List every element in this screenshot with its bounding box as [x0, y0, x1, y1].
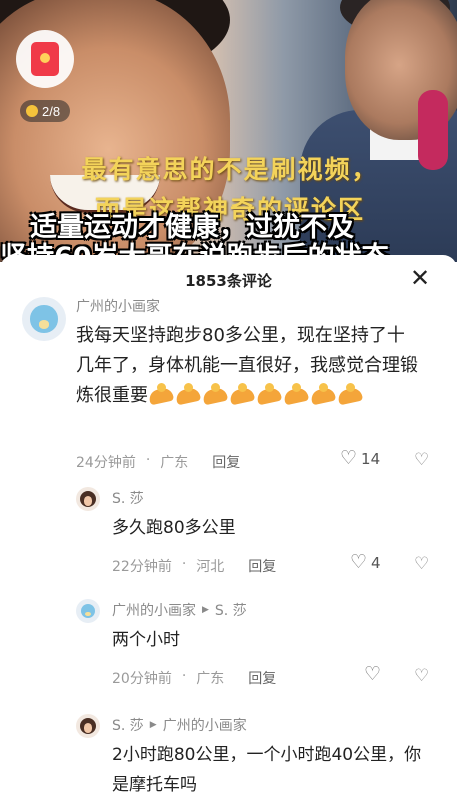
video-subtitle-line1: 适量运动才健康，过犹不及: [30, 212, 354, 243]
reply-time: 22分钟前: [112, 559, 172, 575]
reply-item: 广州的小画家 ▶ S. 莎 两个小时 20分钟前 · 广东 回复 ♡ ♡: [0, 595, 457, 695]
like-button[interactable]: ♡ 14: [340, 449, 380, 468]
video-caption-line1: 最有意思的不是刷视频，: [81, 155, 379, 184]
broken-heart-icon[interactable]: ♡: [414, 451, 429, 470]
hands-emoji-icon: [202, 383, 228, 405]
like-button[interactable]: ♡ 4: [350, 553, 381, 572]
reply-author-name: 广州的小画家: [112, 603, 196, 619]
reply-author[interactable]: S. 莎: [112, 488, 144, 508]
video-player[interactable]: 2/8 最有意思的不是刷视频， 而是这帮神奇的评论区 适量运动才健康，过犹不及 …: [0, 0, 457, 262]
comment-text: 我每天坚持跑步80多公里，现在坚持了十几年了，身体机能一直很好，我感觉合理锻炼很…: [76, 321, 421, 411]
avatar[interactable]: [22, 297, 66, 341]
avatar[interactable]: [76, 599, 100, 623]
reply-arrow-icon: ▶: [202, 605, 209, 615]
comments-count-title: 1853条评论: [185, 271, 272, 290]
reply-text: 多久跑80多公里: [112, 518, 236, 538]
reply-to-name: S. 莎: [214, 603, 247, 619]
reply-button[interactable]: 回复: [212, 452, 240, 472]
close-icon[interactable]: ✕: [407, 265, 433, 291]
avatar-image: [79, 717, 97, 735]
like-count: 4: [371, 553, 381, 572]
reply-meta: 20分钟前 · 广东 回复: [112, 668, 276, 688]
red-packet-icon: [31, 42, 59, 76]
reply-arrow-icon: ▶: [149, 720, 157, 730]
comment-item: 广州的小画家 我每天坚持跑步80多公里，现在坚持了十几年了，身体机能一直很好，我…: [0, 289, 457, 479]
reply-location: 河北: [196, 559, 225, 575]
hands-emoji-icon: [283, 383, 309, 405]
meta-separator: ·: [181, 556, 187, 572]
reply-item: S. 莎 多久跑80多公里 22分钟前 · 河北 回复 ♡ 4 ♡: [0, 483, 457, 583]
hands-emoji-icon: [148, 383, 174, 405]
hands-emoji-icon: [256, 383, 282, 405]
avatar[interactable]: [76, 487, 100, 511]
reply-to-name: 广州的小画家: [162, 718, 247, 734]
comment-location: 广东: [160, 455, 189, 471]
broken-heart-icon[interactable]: ♡: [414, 667, 429, 686]
reply-author-name: S. 莎: [112, 718, 144, 734]
comment-meta: 24分钟前 · 广东 回复: [76, 452, 240, 472]
comment-author[interactable]: 广州的小画家: [76, 296, 160, 316]
hands-emoji-icon: [310, 383, 336, 405]
hands-emoji-icon: [337, 383, 363, 405]
comment-author-name: 广州的小画家: [76, 299, 160, 315]
reply-item: S. 莎 ▶ 广州的小画家 2小时跑80公里，一个小时跑40公里，你是摩托车吗: [0, 710, 457, 800]
meta-separator: ·: [145, 452, 151, 468]
heart-icon: ♡: [340, 447, 358, 469]
reply-text: 2小时跑80公里，一个小时跑40公里，你是摩托车吗: [112, 745, 422, 795]
reply-meta: 22分钟前 · 河北 回复: [112, 556, 276, 576]
meta-separator: ·: [181, 668, 187, 684]
avatar-image: [79, 490, 97, 508]
comment-time: 24分钟前: [76, 455, 136, 471]
red-packet-button[interactable]: [16, 30, 74, 88]
avatar[interactable]: [76, 714, 100, 738]
reply-time: 20分钟前: [112, 671, 172, 687]
reply-author-name: S. 莎: [112, 491, 144, 507]
reply-button[interactable]: 回复: [248, 668, 276, 688]
heart-icon: ♡: [364, 663, 382, 685]
reply-location: 广东: [196, 671, 225, 687]
avatar-image: [30, 305, 58, 333]
reply-button[interactable]: 回复: [248, 556, 276, 576]
coin-counter[interactable]: 2/8: [20, 100, 71, 122]
like-button[interactable]: ♡: [364, 665, 381, 684]
avatar-image: [80, 603, 96, 619]
reply-author[interactable]: 广州的小画家 ▶ S. 莎: [112, 600, 247, 620]
broken-heart-icon[interactable]: ♡: [414, 555, 429, 574]
comments-panel: 1853条评论 ✕ 广州的小画家 我每天坚持跑步80多公里，现在坚持了十几年了，…: [0, 255, 457, 800]
reply-author[interactable]: S. 莎 ▶ 广州的小画家: [112, 715, 247, 735]
hands-emoji-icon: [229, 383, 255, 405]
like-count: 14: [361, 449, 381, 468]
reply-text: 两个小时: [112, 630, 180, 650]
heart-icon: ♡: [350, 551, 368, 573]
hands-emoji-icon: [175, 383, 201, 405]
coin-counter-text: 2/8: [42, 103, 61, 119]
coin-icon: [26, 105, 38, 117]
microphone: [418, 90, 448, 170]
